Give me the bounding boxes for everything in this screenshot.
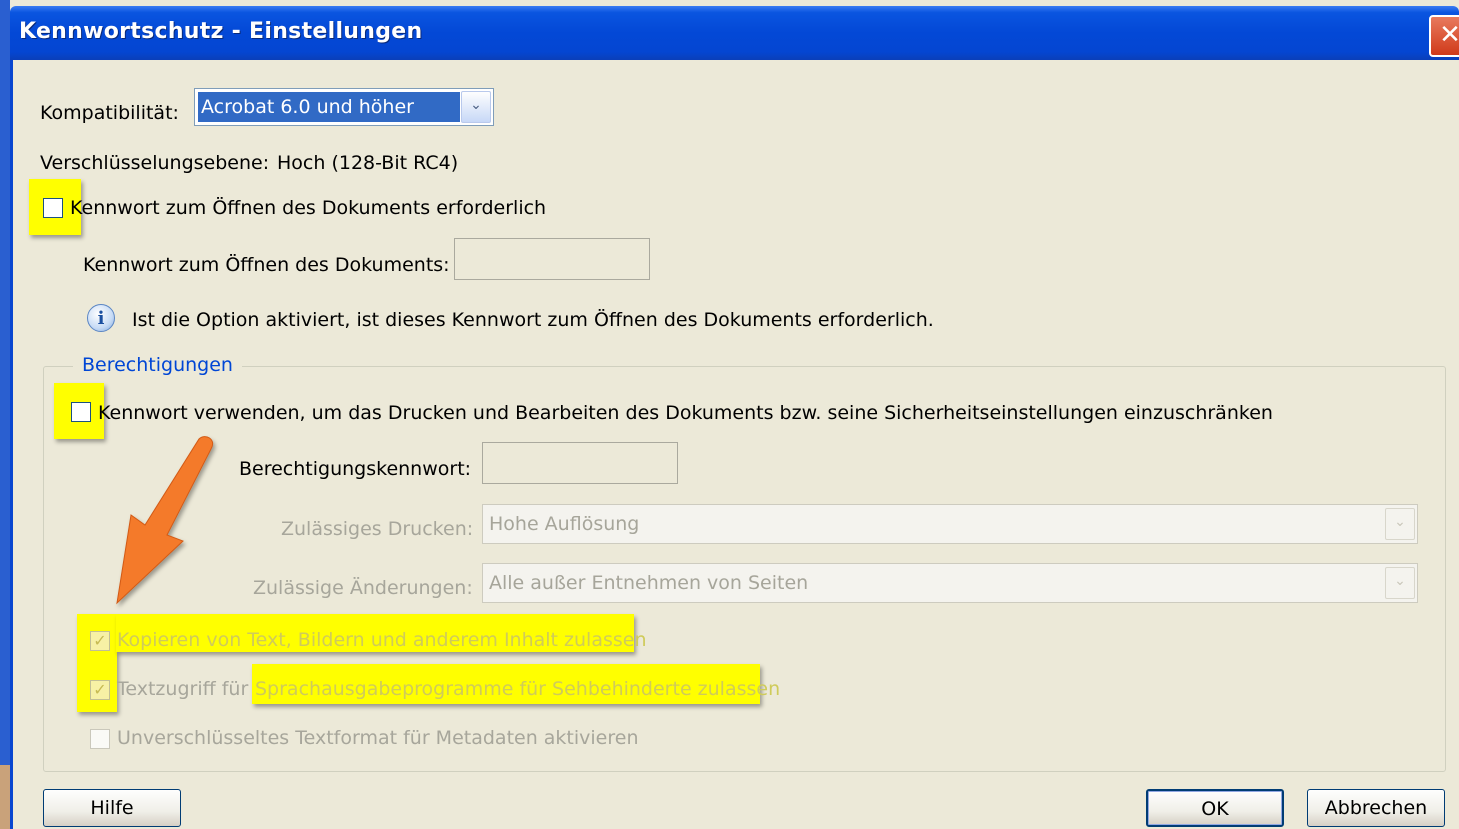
accessibility-checkbox-label-b: Sprachausgabeprogramme für Sehbehinderte… [255, 678, 781, 700]
changes-select[interactable]: Alle außer Entnehmen von Seiten ⌄ [482, 563, 1418, 603]
compat-select[interactable]: Acrobat 6.0 und höher ⌄ [194, 88, 494, 126]
permissions-password-input[interactable] [482, 442, 678, 484]
permissions-password-checkbox-label: Kennwort verwenden, um das Drucken und B… [98, 402, 1273, 424]
info-text: Ist die Option aktiviert, ist dieses Ken… [132, 309, 934, 331]
metadata-checkbox-label: Unverschlüsseltes Textformat für Metadat… [117, 727, 639, 749]
background-edge-bottom [0, 765, 10, 829]
metadata-checkbox[interactable] [90, 729, 110, 749]
changes-select-value: Alle außer Entnehmen von Seiten [489, 572, 809, 594]
compat-label: Kompatibilität: [40, 102, 179, 124]
open-password-field-label: Kennwort zum Öffnen des Dokuments: [83, 254, 450, 276]
print-select[interactable]: Hohe Auflösung ⌄ [482, 504, 1418, 544]
open-password-checkbox-label: Kennwort zum Öffnen des Dokuments erford… [70, 197, 547, 219]
open-password-input[interactable] [454, 238, 650, 280]
info-icon: i [87, 304, 115, 332]
encryption-value: Hoch (128-Bit RC4) [277, 152, 459, 174]
chevron-down-icon[interactable]: ⌄ [461, 91, 491, 123]
copy-checkbox[interactable]: ✓ [90, 631, 110, 651]
open-password-checkbox[interactable] [43, 198, 63, 218]
accessibility-checkbox-label-a: Textzugriff für [117, 678, 249, 700]
close-icon: ✕ [1439, 20, 1459, 50]
cancel-button[interactable]: Abbrechen [1307, 789, 1445, 827]
background-edge [0, 0, 10, 829]
changes-label: Zulässige Änderungen: [253, 577, 473, 599]
permissions-password-label: Berechtigungskennwort: [239, 458, 472, 480]
encryption-label: Verschlüsselungsebene: [40, 152, 270, 174]
print-select-value: Hohe Auflösung [489, 513, 640, 535]
annotation-arrow-icon [116, 436, 213, 605]
title-bar[interactable]: Kennwortschutz - Einstellungen ✕ [10, 6, 1459, 60]
permissions-group-label: Berechtigungen [73, 354, 242, 376]
print-label: Zulässiges Drucken: [281, 518, 474, 540]
chevron-down-icon: ⌄ [1385, 508, 1415, 540]
dialog-content: Kompatibilität: Acrobat 6.0 und höher ⌄ … [10, 60, 1459, 829]
accessibility-checkbox[interactable]: ✓ [90, 680, 110, 700]
copy-checkbox-label: Kopieren von Text, Bildern und anderem I… [117, 629, 647, 651]
dialog-title: Kennwortschutz - Einstellungen [19, 19, 423, 44]
close-button[interactable]: ✕ [1429, 15, 1459, 57]
help-button[interactable]: Hilfe [43, 789, 181, 827]
compat-select-value: Acrobat 6.0 und höher [198, 92, 460, 122]
permissions-password-checkbox[interactable] [71, 402, 91, 422]
chevron-down-icon: ⌄ [1385, 567, 1415, 599]
dialog-window: Kennwortschutz - Einstellungen ✕ Kompati… [10, 6, 1459, 829]
ok-button[interactable]: OK [1146, 789, 1284, 827]
